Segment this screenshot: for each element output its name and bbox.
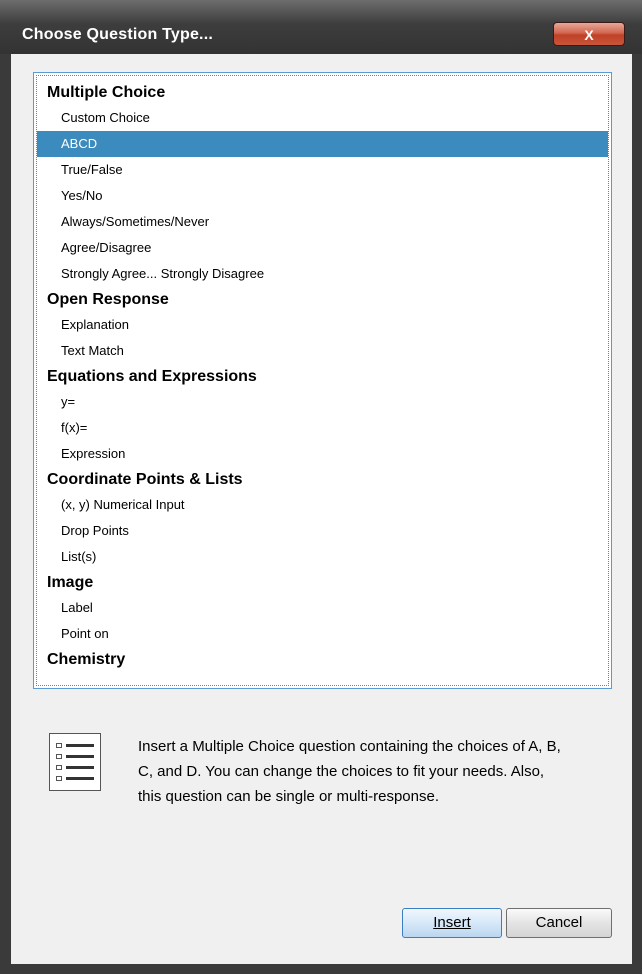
choose-question-type-dialog: Choose Question Type... X Multiple Choic… xyxy=(0,0,642,974)
list-item[interactable]: Expression xyxy=(37,441,608,467)
list-icon xyxy=(49,733,101,791)
cancel-button[interactable]: Cancel xyxy=(506,908,612,938)
group-header: Chemistry xyxy=(47,651,126,668)
question-type-list[interactable]: Multiple Choice Custom Choice ABCD True/Fal… xyxy=(33,72,612,689)
list-item[interactable]: Point on xyxy=(37,621,608,647)
list-item[interactable]: y= xyxy=(37,389,608,415)
list-item[interactable]: Label xyxy=(37,595,608,621)
list-item[interactable]: f(x)= xyxy=(37,415,608,441)
question-type-list-inner: Multiple Choice Custom Choice ABCD True/Fal… xyxy=(36,75,609,686)
insert-button[interactable]: Insert xyxy=(402,908,502,938)
list-item[interactable]: True/False xyxy=(37,157,608,183)
group-header: Open Response xyxy=(47,291,169,308)
list-item[interactable]: ABCD xyxy=(37,131,608,157)
question-description: Insert a Multiple Choice question contai… xyxy=(138,738,561,805)
list-item[interactable]: Yes/No xyxy=(37,183,608,209)
title-bar[interactable]: Choose Question Type... X xyxy=(0,0,642,54)
list-item[interactable]: Explanation xyxy=(37,312,608,338)
list-item[interactable]: Drop Points xyxy=(37,518,608,544)
cancel-button-label: Cancel xyxy=(535,914,583,931)
list-item[interactable]: Text Match xyxy=(37,338,608,364)
list-item[interactable]: Always/Sometimes/Never xyxy=(37,209,608,235)
list-item[interactable]: Custom Choice xyxy=(37,105,608,131)
list-item[interactable]: (x, y) Numerical Input xyxy=(37,492,608,518)
dialog-title: Choose Question Type... xyxy=(22,26,213,43)
list-item[interactable]: List(s) xyxy=(37,544,608,570)
list-item[interactable]: Agree/Disagree xyxy=(37,235,608,261)
insert-button-label: Insert xyxy=(433,914,471,931)
group-header: Multiple Choice xyxy=(47,84,166,101)
group-header: Equations and Expressions xyxy=(47,368,257,385)
dialog-body: Multiple Choice Custom Choice ABCD True/Fal… xyxy=(11,54,632,964)
close-button[interactable]: X xyxy=(553,22,625,46)
group-header: Coordinate Points & Lists xyxy=(47,471,243,488)
group-header: Image xyxy=(47,574,94,591)
list-item[interactable]: Strongly Agree... Strongly Disagree xyxy=(37,261,608,287)
